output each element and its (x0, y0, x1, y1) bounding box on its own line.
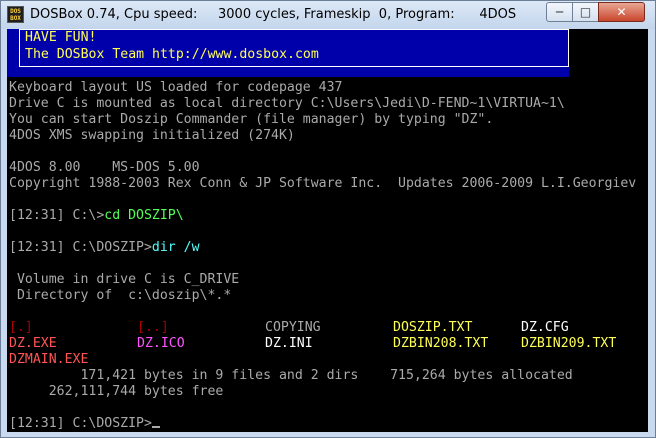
command-line-dir: [12:31] C:\DOSZIP>dir /w (9, 240, 200, 256)
file-entry: DZ.INI (265, 336, 313, 351)
banner-have-fun: HAVE FUN! (25, 30, 97, 45)
welcome-banner: HAVE FUN! The DOSBox Team http://www.dos… (7, 29, 569, 77)
file-entry: DOSZIP.TXT (393, 320, 473, 335)
title-bar[interactable]: DOS BOX DOSBox 0.74, Cpu speed: 3000 cyc… (1, 1, 655, 29)
console-line: Drive C is mounted as local directory C:… (9, 96, 565, 111)
banner-border-bottom (19, 66, 569, 67)
active-prompt-line[interactable]: [12:31] C:\DOSZIP> (9, 416, 160, 432)
command-input: cd DOSZIP\ (104, 208, 184, 223)
dosbox-app-icon[interactable]: DOS BOX (7, 6, 24, 23)
console-line: Copyright 1988-2003 Rex Conn & JP Softwa… (9, 176, 637, 191)
command-line-cd: [12:31] C:\>cd DOSZIP\ (9, 208, 184, 224)
file-entry: DZMAIN.EXE (9, 352, 89, 367)
file-entry: DZ.EXE (9, 336, 57, 351)
dir-summary-files: 171,421 bytes in 9 files and 2 dirs 715,… (9, 368, 573, 383)
console-line: You can start Doszip Commander (file man… (9, 112, 494, 127)
text-cursor (151, 426, 160, 428)
file-entry: DZ.CFG (521, 320, 569, 335)
file-entry: COPYING (265, 320, 321, 335)
directory-line: Directory of c:\doszip\*.* (9, 288, 232, 303)
console-line: 4DOS 8.00 MS-DOS 5.00 (9, 160, 200, 175)
file-entry: DZBIN208.TXT (393, 336, 489, 351)
file-entry: DZ.ICO (137, 336, 185, 351)
volume-label-line: Volume in drive C is C_DRIVE (9, 272, 240, 287)
banner-border-left (19, 29, 20, 67)
banner-dosbox-team: The DOSBox Team http://www.dosbox.com (25, 47, 319, 62)
dos-console[interactable]: HAVE FUN! The DOSBox Team http://www.dos… (7, 29, 648, 432)
console-line: Keyboard layout US loaded for codepage 4… (9, 80, 343, 95)
dosbox-window: DOS BOX DOSBox 0.74, Cpu speed: 3000 cyc… (0, 0, 656, 438)
minimize-button[interactable]: ─ (546, 2, 573, 22)
command-input: dir /w (151, 240, 200, 255)
banner-border-right (568, 29, 569, 67)
dir-entry-parent: [..] (137, 320, 169, 335)
window-title: DOSBox 0.74, Cpu speed: 3000 cycles, Fra… (30, 7, 517, 22)
banner-border-top (19, 29, 569, 30)
maximize-button[interactable]: □ (572, 2, 599, 22)
dir-entry-current: [.] (9, 320, 33, 335)
dir-summary-free: 262,111,744 bytes free (9, 384, 224, 399)
console-line: 4DOS XMS swapping initialized (274K) (9, 128, 295, 143)
file-entry: DZBIN209.TXT (521, 336, 617, 351)
prompt: [12:31] C:\> (9, 208, 105, 223)
close-button[interactable]: ✕ (598, 2, 645, 22)
prompt: [12:31] C:\DOSZIP> (9, 416, 152, 431)
prompt: [12:31] C:\DOSZIP> (9, 240, 152, 255)
